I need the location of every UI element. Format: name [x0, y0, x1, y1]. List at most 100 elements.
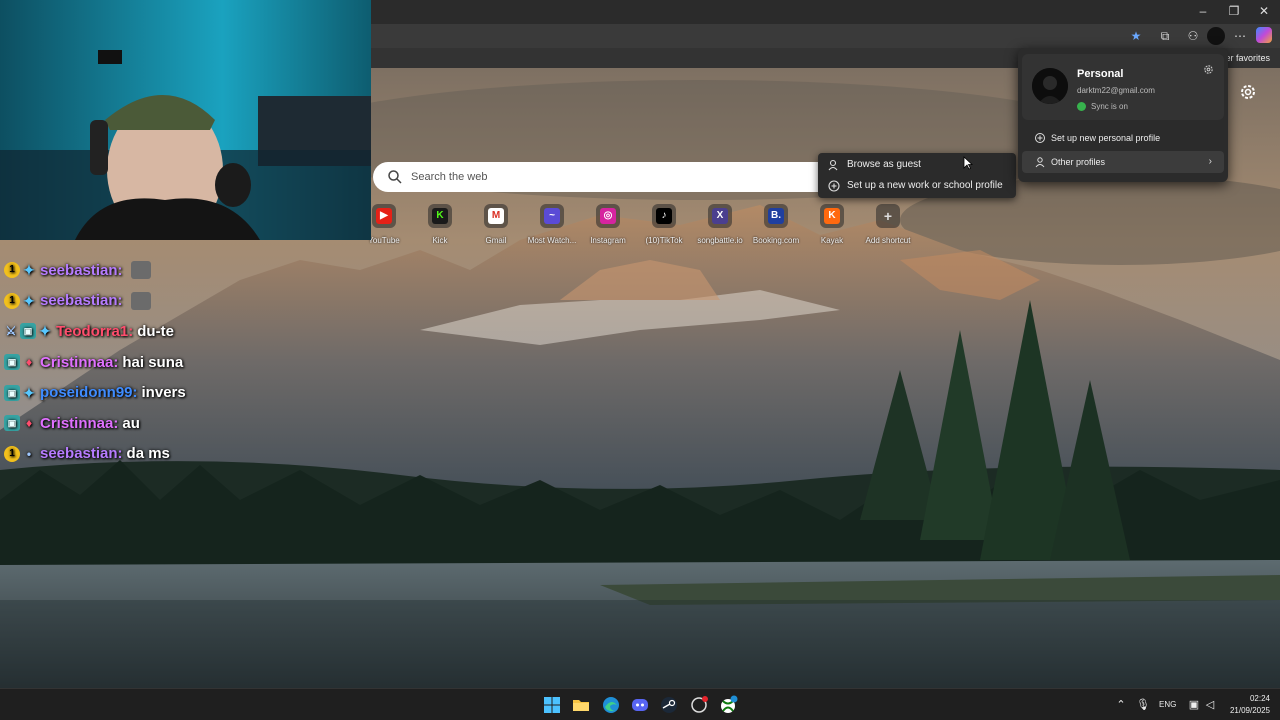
avatar[interactable] [1032, 68, 1068, 104]
more-options-icon[interactable]: ⋯ [1231, 28, 1249, 44]
chat-colon: : [113, 414, 119, 432]
chat-username[interactable]: Cristinnaa [40, 415, 113, 432]
edge-icon[interactable] [601, 695, 621, 715]
moderator-badge-icon: ✦ [23, 262, 35, 279]
shortcut-add-shortcut[interactable]: + Add shortcut [858, 204, 918, 245]
discord-icon[interactable] [630, 695, 650, 715]
plus-icon: + [883, 208, 893, 224]
chat-username[interactable]: seebastian [40, 292, 118, 309]
volume-icon[interactable]: ◁ [1203, 698, 1217, 712]
moderator-badge-icon: ✦ [39, 323, 51, 340]
extensions-icon[interactable]: ⧉ [1156, 28, 1174, 44]
windows-taskbar: ⌃ 🎙 ENG ▣ ◁ 02:24 21/09/2025 [0, 688, 1280, 720]
kayak-icon: K [824, 208, 840, 224]
shortcut-tile: B. [764, 204, 788, 228]
ea-app-icon[interactable] [689, 695, 709, 715]
chat-colon: : [117, 445, 123, 463]
shortcut-instagram[interactable]: ◎ Instagram [578, 204, 638, 245]
profile-name: Personal [1077, 68, 1124, 80]
chevron-up-icon[interactable]: ⌃ [1114, 698, 1128, 712]
mouse-cursor-icon [963, 156, 973, 170]
setup-personal-profile-item[interactable]: Set up new personal profile [1022, 127, 1224, 149]
sync-status-label: Sync is on [1091, 102, 1128, 111]
chat-username[interactable]: poseidonn99 [40, 384, 133, 401]
chat-emote-image [130, 261, 151, 280]
sub-tier-badge: 1 [4, 445, 20, 462]
shortcut-label: Most Watch... [527, 236, 577, 245]
shortcut-tile: ~ [540, 204, 564, 228]
other-profiles-item[interactable]: Other profiles › [1022, 151, 1224, 173]
subscriber-badge-icon: ▣ [4, 354, 20, 371]
chat-colon: : [117, 261, 123, 279]
minimize-icon[interactable]: – [1188, 4, 1218, 18]
steam-icon[interactable] [659, 695, 679, 715]
shortcut-tile: ◎ [596, 204, 620, 228]
sync-status: Sync is on [1077, 102, 1128, 111]
shortcut-tile: K [820, 204, 844, 228]
search-icon [388, 170, 402, 184]
stream-chat-overlay: 1 ✦ seebastian:1 ✦ seebastian: ⚔ ▣ ✦ Teodorra1: d… [4, 255, 384, 469]
favorite-star-icon[interactable]: ★ [1127, 28, 1145, 44]
profile-settings-gear-icon[interactable] [1203, 64, 1214, 75]
chat-text: du-te [137, 322, 174, 340]
dot-badge-icon: • [26, 446, 32, 461]
booking-icon: B. [768, 208, 784, 224]
gem-badge-icon: ♦ [25, 416, 33, 431]
youtube-icon: ▶ [376, 208, 392, 224]
chat-text: da ms [126, 445, 170, 463]
chat-colon: : [128, 322, 134, 340]
profile-email: darktm22@gmail.com [1077, 86, 1155, 95]
shortcut-kick[interactable]: K Kick [410, 204, 470, 245]
chat-emote-image [130, 291, 151, 310]
clock-time[interactable]: 02:24 [1240, 694, 1270, 703]
close-icon[interactable]: ✕ [1249, 4, 1279, 18]
microphone-icon[interactable]: 🎙 [1136, 698, 1150, 712]
browse-as-guest-item[interactable]: Browse as guest [818, 154, 1016, 175]
shortcut-10-tiktok[interactable]: ♪ (10)TikTok [634, 204, 694, 245]
chat-username[interactable]: seebastian [40, 445, 118, 462]
sub-tier-badge: 1 [4, 262, 20, 279]
other-profiles-label: Other profiles [1051, 157, 1106, 167]
search-box[interactable] [373, 162, 833, 192]
file-explorer-icon[interactable] [571, 695, 591, 715]
shortcut-label: Instagram [590, 236, 626, 245]
shortcut-tile: M [484, 204, 508, 228]
gem-badge-icon: ♦ [25, 355, 33, 370]
page-settings-gear-icon[interactable] [1238, 82, 1258, 102]
shortcut-kayak[interactable]: K Kayak [802, 204, 862, 245]
shortcut-booking-com[interactable]: B. Booking.com [746, 204, 806, 245]
xbox-icon[interactable] [718, 695, 738, 715]
shortcut-most-watch[interactable]: ~ Most Watch... [522, 204, 582, 245]
profile-context-menu: Browse as guest Set up a new work or sch… [818, 153, 1016, 198]
chat-colon: : [113, 353, 119, 371]
clock-date[interactable]: 21/09/2025 [1220, 706, 1270, 715]
chat-username[interactable]: seebastian [40, 262, 118, 279]
new-work-profile-item[interactable]: Set up a new work or school profile [818, 175, 1016, 196]
shortcut-label: Booking.com [752, 236, 800, 245]
moderator-badge-icon: ✦ [23, 384, 35, 401]
guest-icon [828, 159, 838, 170]
shortcut-gmail[interactable]: M Gmail [466, 204, 526, 245]
shortcut-label: Kick [432, 236, 448, 245]
language-indicator[interactable]: ENG [1159, 700, 1176, 709]
shortcut-label: Add shortcut [865, 236, 911, 245]
new-work-profile-label: Set up a new work or school profile [847, 180, 1003, 191]
restore-icon[interactable]: ❐ [1219, 4, 1249, 18]
chat-text: invers [141, 384, 186, 402]
copilot-icon[interactable] [1256, 27, 1272, 43]
add-circle-icon [828, 179, 840, 192]
windows-start-icon[interactable] [542, 695, 562, 715]
waveform-icon: ~ [544, 208, 560, 224]
browse-as-guest-label: Browse as guest [847, 159, 921, 170]
profile-avatar-icon[interactable] [1207, 27, 1225, 45]
shortcut-songbattle-io[interactable]: Xsongbattle.io [690, 204, 750, 245]
chevron-right-icon: › [1208, 156, 1212, 167]
chat-text: hai suna [122, 353, 184, 371]
shortcut-tile: ▶ [372, 204, 396, 228]
chat-username[interactable]: Teodorra1 [56, 323, 128, 340]
search-input[interactable] [411, 167, 811, 187]
collections-icon[interactable]: ⚇ [1184, 28, 1202, 44]
chat-username[interactable]: Cristinnaa [40, 354, 113, 371]
sync-check-icon [1077, 102, 1086, 111]
display-icon[interactable]: ▣ [1187, 698, 1201, 712]
